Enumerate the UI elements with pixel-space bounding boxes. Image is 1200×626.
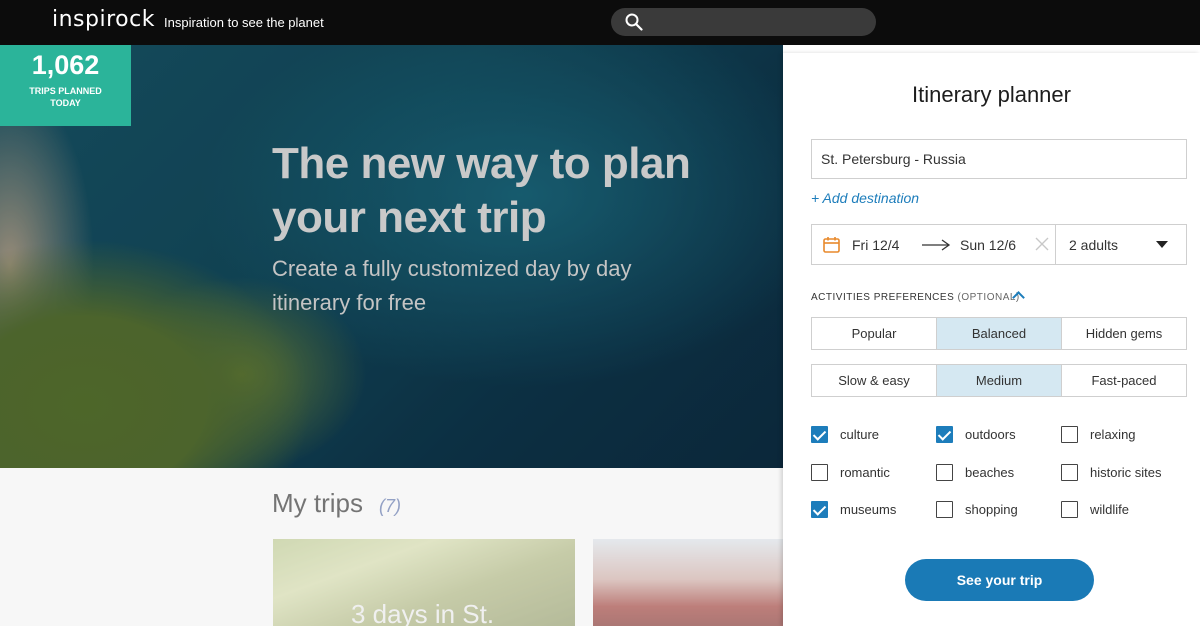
trip-card[interactable] [593,539,783,626]
prefs-label-text: ACTIVITIES PREFERENCES [811,292,955,303]
clear-dates-icon[interactable] [1034,235,1050,253]
style-segmented-control: Popular Balanced Hidden gems [811,317,1187,350]
start-date[interactable]: Fri 12/4 [852,237,899,253]
checkbox-box[interactable] [1061,464,1078,481]
calendar-icon[interactable] [823,236,840,253]
tagline: Inspiration to see the planet [164,15,324,30]
hero-subtitle: Create a fully customized day by day iti… [272,256,632,315]
checkbox-label: beaches [965,465,1015,480]
trips-counter-number: 1,062 [31,50,100,80]
checkbox-label: museums [840,502,897,517]
see-your-trip-button[interactable]: See your trip [905,559,1094,601]
caret-down-icon[interactable] [1156,241,1168,248]
my-trips-count: (7) [379,496,401,516]
style-option-popular[interactable]: Popular [812,318,937,349]
checkbox-box[interactable] [811,464,828,481]
checkbox-label: outdoors [965,427,1016,442]
checkbox-beaches[interactable]: beaches [936,464,1046,484]
trip-card-title: 3 days in St. [351,599,495,626]
checkbox-label: historic sites [1090,465,1162,480]
style-option-balanced[interactable]: Balanced [937,318,1062,349]
arrow-right-icon [922,239,951,251]
checkbox-historic-sites[interactable]: historic sites [1061,464,1181,484]
divider [1055,225,1056,264]
checkbox-label: shopping [965,502,1018,517]
pace-segmented-control: Slow & easy Medium Fast-paced [811,364,1187,397]
checkbox-label: romantic [840,465,890,480]
checkbox-romantic[interactable]: romantic [811,464,921,484]
trips-counter: 1,062 TRIPS PLANNED TODAY [0,45,131,126]
search-icon[interactable] [625,13,643,31]
itinerary-planner-panel: Itinerary planner St. Petersburg - Russi… [783,53,1200,626]
style-option-hidden-gems[interactable]: Hidden gems [1062,318,1186,349]
checkbox-box[interactable] [936,426,953,443]
travelers-select[interactable]: 2 adults [1069,237,1118,253]
add-destination-link[interactable]: + Add destination [811,190,919,206]
checkbox-box[interactable] [811,501,828,518]
checkbox-relaxing[interactable]: relaxing [1061,426,1181,446]
planner-title: Itinerary planner [912,82,1071,107]
checkbox-label: wildlife [1090,502,1130,517]
prefs-optional-text: (OPTIONAL) [957,292,1020,303]
my-trips-title: My trips [272,488,363,518]
checkbox-wildlife[interactable]: wildlife [1061,501,1181,521]
activities-preferences-label: ACTIVITIES PREFERENCES (OPTIONAL) [811,292,1020,303]
logo[interactable]: inspirock [52,7,155,32]
checkbox-box[interactable] [811,426,828,443]
end-date[interactable]: Sun 12/6 [960,237,1016,253]
pace-option-slow[interactable]: Slow & easy [812,365,937,396]
pace-option-medium[interactable]: Medium [937,365,1062,396]
checkbox-label: relaxing [1090,427,1136,442]
checkbox-outdoors[interactable]: outdoors [936,426,1046,446]
destination-input[interactable]: St. Petersburg - Russia [811,139,1187,179]
search-input[interactable] [611,8,876,36]
checkbox-label: culture [840,427,880,442]
trips-counter-label: TRIPS PLANNED TODAY [29,86,102,108]
checkbox-museums[interactable]: museums [811,501,921,521]
checkbox-box[interactable] [936,501,953,518]
checkbox-box[interactable] [1061,501,1078,518]
my-trips-section: My trips (7) 3 days in St. [0,468,783,626]
trip-card[interactable]: 3 days in St. [273,539,575,626]
pace-option-fast[interactable]: Fast-paced [1062,365,1186,396]
top-bar: inspirock Inspiration to see the planet [0,0,1200,45]
date-travelers-field: Fri 12/4 Sun 12/6 2 adults [811,224,1187,265]
hero-title: The new way to plan your next trip [272,139,691,242]
checkbox-culture[interactable]: culture [811,426,921,446]
checkbox-box[interactable] [936,464,953,481]
checkbox-box[interactable] [1061,426,1078,443]
checkbox-shopping[interactable]: shopping [936,501,1046,521]
